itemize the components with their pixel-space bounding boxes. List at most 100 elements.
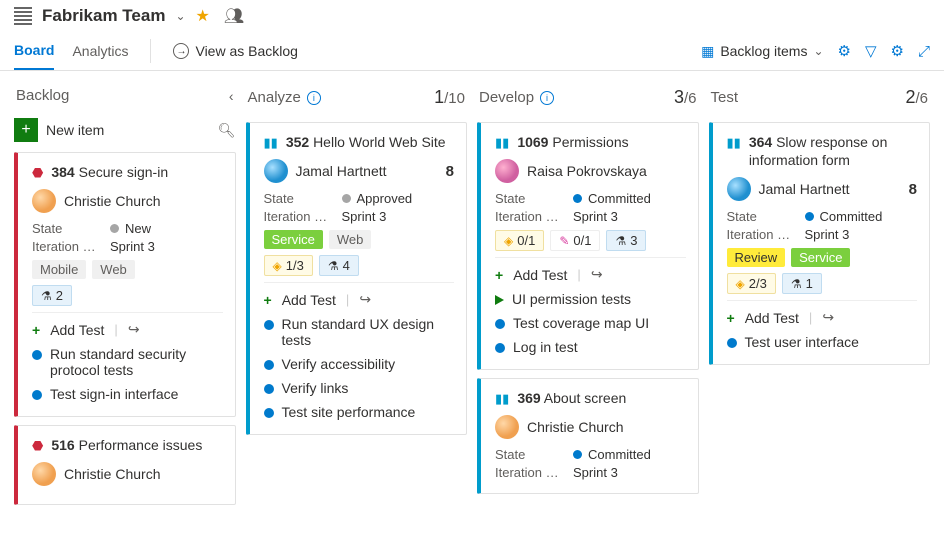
test-count-pill[interactable]: ⚗2 <box>32 285 72 306</box>
column-test: Test 2/6 ▮▮ 364 Slow response on informa… <box>709 83 931 529</box>
test-item[interactable]: Test coverage map UI <box>495 311 686 335</box>
link-icon[interactable]: ↪ <box>359 291 371 308</box>
plus-icon: + <box>264 292 272 308</box>
iteration-label: Iteration P... <box>32 239 100 254</box>
info-icon[interactable]: i <box>307 91 321 105</box>
divider <box>150 39 151 63</box>
assignee: Jamal Hartnett <box>296 163 387 179</box>
tag-web[interactable]: Web <box>329 230 372 249</box>
test-count-pill[interactable]: ⚗4 <box>319 255 359 276</box>
settings-sliders-icon[interactable]: ⚙ <box>838 42 851 60</box>
avatar <box>727 177 751 201</box>
chevron-down-icon[interactable]: ⌄ <box>175 9 185 23</box>
tab-analytics[interactable]: Analytics <box>72 33 128 69</box>
test-item[interactable]: Run standard security protocol tests <box>32 342 223 382</box>
iteration-value: Sprint 3 <box>805 227 850 242</box>
avatar <box>495 415 519 439</box>
iteration-label: Iteration P... <box>495 465 563 480</box>
checklist-pill[interactable]: ◈1/3 <box>264 255 313 276</box>
test-item[interactable]: Verify accessibility <box>264 352 455 376</box>
state-label: State <box>727 209 795 224</box>
state-value: Committed <box>805 209 883 224</box>
bug-icon: ⬣ <box>32 438 43 454</box>
link-icon[interactable]: ↪ <box>591 266 603 283</box>
pbi-icon: ▮▮ <box>495 391 509 407</box>
column-analyze: Analyze i 1/10 ▮▮ 352 Hello World Web Sit… <box>246 83 468 529</box>
state-value: Approved <box>342 191 413 206</box>
star-icon[interactable]: ★ <box>196 6 210 26</box>
checklist-pill[interactable]: ◈2/3 <box>727 273 776 294</box>
team-icon <box>14 7 32 25</box>
checklist-pill[interactable]: ◈0/1 <box>495 230 544 251</box>
effort: 8 <box>446 163 454 180</box>
tag-review[interactable]: Review <box>727 248 786 267</box>
card-369[interactable]: ▮▮ 369 About screen Christie Church Stat… <box>477 378 699 494</box>
card-516[interactable]: ⬣ 516 Performance issues Christie Church <box>14 425 236 505</box>
state-label: State <box>264 191 332 206</box>
tab-board[interactable]: Board <box>14 32 54 70</box>
card-1069[interactable]: ▮▮ 1069 Permissions Raisa Pokrovskaya St… <box>477 122 699 370</box>
card-title: 516 Performance issues <box>51 436 222 454</box>
test-item[interactable]: Test sign-in interface <box>32 382 223 406</box>
add-test-button[interactable]: Add Test <box>282 292 336 308</box>
plus-icon: + <box>32 322 40 338</box>
tag-web[interactable]: Web <box>92 260 135 279</box>
state-label: State <box>495 191 563 206</box>
view-as-backlog[interactable]: → View as Backlog <box>173 43 297 59</box>
add-test-button[interactable]: Add Test <box>50 322 104 338</box>
test-item[interactable]: Verify links <box>264 376 455 400</box>
team-name[interactable]: Fabrikam Team <box>42 6 165 26</box>
link-icon[interactable]: ↪ <box>128 321 140 338</box>
col-title: Develop <box>479 89 534 106</box>
test-item[interactable]: UI permission tests <box>495 287 686 311</box>
people-icon[interactable]: 👥︎ <box>224 6 244 26</box>
avatar <box>32 462 56 486</box>
col-title: Analyze <box>248 89 301 106</box>
search-icon[interactable]: 🔍︎ <box>218 122 236 139</box>
iteration-value: Sprint 3 <box>342 209 387 224</box>
effort: 8 <box>909 181 917 198</box>
test-item[interactable]: Run standard UX design tests <box>264 312 455 352</box>
test-item[interactable]: Test user interface <box>727 330 918 354</box>
assignee: Christie Church <box>527 419 623 435</box>
col-count: 1/10 <box>434 87 465 108</box>
pencil-pill[interactable]: ✎0/1 <box>550 230 600 251</box>
avatar <box>495 159 519 183</box>
test-item[interactable]: Log in test <box>495 335 686 359</box>
card-364[interactable]: ▮▮ 364 Slow response on information form… <box>709 122 931 365</box>
fullscreen-icon[interactable]: ⤢ <box>918 43 930 60</box>
filter-icon[interactable]: ▽ <box>865 42 877 60</box>
tag-service[interactable]: Service <box>791 248 850 267</box>
col-title: Test <box>711 89 739 106</box>
card-352[interactable]: ▮▮ 352 Hello World Web Site Jamal Hartne… <box>246 122 468 435</box>
collapse-icon[interactable]: ‹ <box>229 88 234 104</box>
card-title: 384 Secure sign-in <box>51 163 222 181</box>
column-develop: Developi 3/6 ▮▮ 1069 Permissions Raisa P… <box>477 83 699 529</box>
avatar <box>32 189 56 213</box>
card-384[interactable]: ⬣ 384 Secure sign-in Christie Church Sta… <box>14 152 236 417</box>
pbi-icon: ▮▮ <box>264 135 278 151</box>
bug-icon: ⬣ <box>32 165 43 181</box>
assignee: Jamal Hartnett <box>759 181 850 197</box>
card-title: 369 About screen <box>517 389 685 407</box>
pbi-icon: ▮▮ <box>495 135 509 151</box>
iteration-label: Iteration P... <box>727 227 795 242</box>
add-test-button[interactable]: Add Test <box>513 267 567 283</box>
test-count-pill[interactable]: ⚗3 <box>606 230 646 251</box>
tag-mobile[interactable]: Mobile <box>32 260 86 279</box>
tag-service[interactable]: Service <box>264 230 323 249</box>
plus-icon: + <box>727 310 735 326</box>
col-title: Backlog <box>16 87 69 104</box>
new-item-button[interactable]: + <box>14 118 38 142</box>
new-item-label[interactable]: New item <box>46 122 210 138</box>
test-item[interactable]: Test site performance <box>264 400 455 424</box>
test-count-pill[interactable]: ⚗1 <box>782 273 822 294</box>
add-test-button[interactable]: Add Test <box>745 310 799 326</box>
link-icon[interactable]: ↪ <box>822 309 834 326</box>
backlog-items-dropdown[interactable]: ▦ Backlog items ⌄ <box>701 43 823 60</box>
column-backlog: Backlog ‹ + New item 🔍︎ ⬣ 384 Secure sig… <box>14 83 236 529</box>
iteration-value: Sprint 3 <box>110 239 155 254</box>
gear-icon[interactable]: ⚙ <box>891 42 904 60</box>
iteration-label: Iteration P... <box>495 209 563 224</box>
info-icon[interactable]: i <box>540 91 554 105</box>
